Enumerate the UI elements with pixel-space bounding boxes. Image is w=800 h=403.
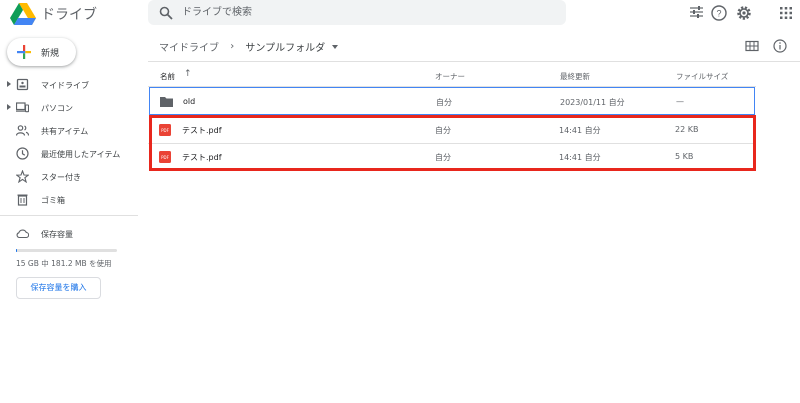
sidebar-item-shared[interactable]: 共有アイテム — [0, 121, 138, 141]
search-bar[interactable] — [148, 0, 703, 25]
sidebar-item-computers[interactable]: パソコン — [0, 98, 138, 118]
column-header-owner[interactable]: オーナー — [435, 71, 465, 82]
search-input[interactable] — [182, 3, 522, 22]
sidebar-item-label: スター付き — [41, 173, 81, 182]
sidebar-item-label: 保存容量 — [41, 230, 73, 239]
sidebar-item-label: 最近使用したアイテム — [41, 150, 121, 159]
column-header-size[interactable]: ファイルサイズ — [676, 71, 728, 82]
star-icon — [16, 170, 29, 183]
tune-icon[interactable] — [690, 6, 703, 18]
chevron-down-icon[interactable] — [332, 44, 339, 49]
google-drive-logo[interactable] — [10, 3, 36, 25]
file-modified: 2023/01/11 自分 — [560, 98, 625, 107]
sidebar-item-starred[interactable]: スター付き — [0, 167, 138, 187]
apps-grid-icon[interactable] — [777, 4, 795, 22]
breadcrumb-separator: › — [230, 41, 235, 52]
my-drive-icon — [16, 78, 29, 91]
sidebar-item-label: 共有アイテム — [41, 127, 89, 136]
folder-icon — [160, 97, 173, 107]
file-owner: 自分 — [436, 98, 452, 107]
top-header: ドライブ ? — [0, 0, 800, 27]
plus-icon — [17, 45, 31, 59]
info-icon[interactable] — [773, 39, 787, 53]
file-size: — — [676, 97, 684, 106]
storage-usage-text: 15 GB 中 181.2 MB を使用 — [16, 259, 112, 268]
sidebar-item-storage[interactable]: 保存容量 — [0, 224, 138, 244]
shared-people-icon — [16, 125, 29, 136]
breadcrumb-current[interactable]: サンプルフォルダ — [245, 39, 325, 54]
sidebar-item-label: マイドライブ — [41, 81, 89, 90]
table-row[interactable]: old 自分 2023/01/11 自分 — — [149, 87, 755, 115]
trash-icon — [17, 194, 28, 206]
buy-storage-button[interactable]: 保存容量を購入 — [16, 277, 101, 299]
breadcrumb-root[interactable]: マイドライブ — [159, 39, 219, 54]
storage-usage-fill — [16, 249, 18, 252]
main-divider — [148, 61, 800, 62]
app-title[interactable]: ドライブ — [41, 4, 97, 24]
file-name: old — [183, 97, 196, 106]
sidebar-item-my-drive[interactable]: マイドライブ — [0, 75, 138, 95]
sidebar-item-trash[interactable]: ゴミ箱 — [0, 190, 138, 210]
new-button-label: 新規 — [41, 49, 60, 59]
breadcrumb: マイドライブ › サンプルフォルダ — [159, 39, 339, 55]
sidebar-item-label: ゴミ箱 — [41, 196, 65, 205]
new-button[interactable]: 新規 — [7, 38, 76, 66]
column-header-name[interactable]: 名前 — [160, 71, 175, 82]
settings-gear-icon[interactable] — [735, 4, 753, 22]
clock-icon — [16, 147, 29, 160]
grid-view-icon[interactable] — [745, 39, 759, 53]
sidebar-divider — [0, 215, 138, 216]
cloud-icon — [16, 229, 29, 239]
sidebar-item-label: パソコン — [41, 104, 73, 113]
computers-icon — [16, 102, 29, 113]
storage-usage-bar — [16, 249, 117, 252]
sidebar-item-recent[interactable]: 最近使用したアイテム — [0, 144, 138, 164]
svg-text:?: ? — [716, 9, 721, 19]
help-icon[interactable]: ? — [710, 4, 728, 22]
expand-caret-icon[interactable] — [7, 104, 11, 110]
red-highlight-box — [149, 115, 756, 171]
column-header-modified[interactable]: 最終更新 — [560, 71, 590, 82]
expand-caret-icon[interactable] — [7, 81, 11, 87]
search-icon[interactable] — [159, 6, 173, 20]
sort-arrow-up-icon[interactable]: ↑ — [184, 69, 192, 79]
